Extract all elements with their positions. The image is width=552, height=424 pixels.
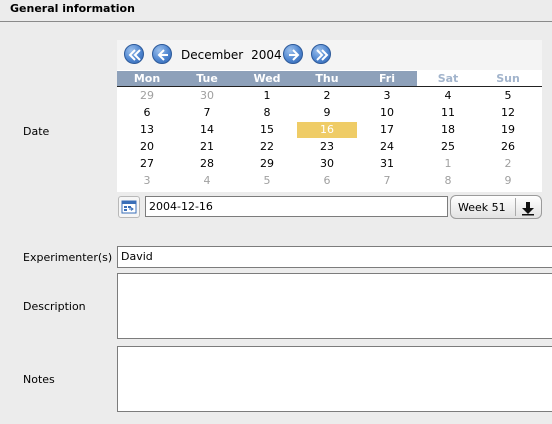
calendar-day[interactable]: 1 <box>237 88 297 104</box>
calendar-day[interactable]: 20 <box>117 139 177 155</box>
week-label: Week 51 <box>458 201 506 214</box>
calendar-month: December <box>181 48 244 62</box>
calendar-day[interactable]: 5 <box>478 88 538 104</box>
calendar-day-selected[interactable]: 16 <box>297 122 357 138</box>
calendar-day[interactable]: 12 <box>478 105 538 121</box>
calendar-day[interactable]: 10 <box>357 105 417 121</box>
calendar-icon <box>121 200 137 214</box>
weekday-header: Wed <box>237 71 297 86</box>
calendar-day[interactable]: 29 <box>117 88 177 104</box>
calendar-day[interactable]: 9 <box>297 105 357 121</box>
calendar-day[interactable]: 29 <box>237 156 297 172</box>
weekday-header: Fri <box>357 71 417 86</box>
header-underline <box>117 86 542 87</box>
calendar-day[interactable]: 15 <box>237 122 297 138</box>
chevron-left-icon[interactable] <box>152 44 172 64</box>
calendar-day[interactable]: 7 <box>357 173 417 189</box>
calendar-day[interactable]: 14 <box>177 122 237 138</box>
calendar-day[interactable]: 30 <box>177 88 237 104</box>
calendar-year: 2004 <box>251 48 282 62</box>
experimenters-field[interactable]: David <box>117 246 552 268</box>
date-entry-row: 2004-12-16 Week 51 <box>117 194 542 220</box>
calendar-day[interactable]: 8 <box>418 173 478 189</box>
date-picker-calendar: December 2004 Mon Tue Wed Thu Fri Sat Su… <box>117 40 542 192</box>
calendar-day[interactable]: 4 <box>177 173 237 189</box>
description-label: Description <box>23 300 86 313</box>
calendar-day[interactable]: 23 <box>297 139 357 155</box>
calendar-month-year: December 2004 <box>181 48 282 62</box>
calendar-day[interactable]: 2 <box>478 156 538 172</box>
section-divider <box>0 21 552 22</box>
calendar-day[interactable]: 30 <box>297 156 357 172</box>
chevron-right-icon[interactable] <box>283 44 303 64</box>
calendar-day[interactable]: 6 <box>297 173 357 189</box>
weekday-header-row: Mon Tue Wed Thu Fri Sat Sun <box>117 71 542 86</box>
notes-label: Notes <box>23 373 55 386</box>
calendar-day[interactable]: 9 <box>478 173 538 189</box>
calendar-day[interactable]: 13 <box>117 122 177 138</box>
calendar-day[interactable]: 3 <box>357 88 417 104</box>
calendar-day[interactable]: 19 <box>478 122 538 138</box>
calendar-day[interactable]: 24 <box>357 139 417 155</box>
calendar-day[interactable]: 1 <box>418 156 478 172</box>
weekday-header: Sun <box>478 71 538 86</box>
calendar-day[interactable]: 8 <box>237 105 297 121</box>
calendar-day[interactable]: 3 <box>117 173 177 189</box>
notes-field[interactable] <box>117 346 552 412</box>
calendar-day[interactable]: 26 <box>478 139 538 155</box>
calendar-day[interactable]: 6 <box>117 105 177 121</box>
week-dropdown[interactable]: Week 51 <box>450 195 542 219</box>
calendar-button[interactable] <box>118 196 140 218</box>
date-input[interactable]: 2004-12-16 <box>145 196 448 217</box>
calendar-day[interactable]: 27 <box>117 156 177 172</box>
calendar-day[interactable]: 4 <box>418 88 478 104</box>
weekday-header: Thu <box>297 71 357 86</box>
weekday-header: Tue <box>177 71 237 86</box>
weekday-header: Mon <box>117 71 177 86</box>
calendar-day[interactable]: 31 <box>357 156 417 172</box>
date-label: Date <box>23 125 50 138</box>
double-chevron-right-icon[interactable] <box>311 44 331 64</box>
calendar-day[interactable]: 18 <box>418 122 478 138</box>
calendar-day[interactable]: 22 <box>237 139 297 155</box>
calendar-day[interactable]: 17 <box>357 122 417 138</box>
arrow-down-icon[interactable] <box>519 199 537 217</box>
calendar-day[interactable]: 11 <box>418 105 478 121</box>
calendar-navigation: December 2004 <box>117 40 542 70</box>
calendar-day[interactable]: 28 <box>177 156 237 172</box>
calendar-day[interactable]: 2 <box>297 88 357 104</box>
weekday-header: Sat <box>418 71 478 86</box>
description-field[interactable] <box>117 273 552 339</box>
calendar-day[interactable]: 21 <box>177 139 237 155</box>
double-chevron-left-icon[interactable] <box>124 44 144 64</box>
calendar-day[interactable]: 7 <box>177 105 237 121</box>
section-title: General information <box>10 2 135 15</box>
calendar-day[interactable]: 25 <box>418 139 478 155</box>
experimenters-label: Experimenter(s) <box>23 251 113 264</box>
calendar-day[interactable]: 5 <box>237 173 297 189</box>
dropdown-divider <box>515 198 516 216</box>
